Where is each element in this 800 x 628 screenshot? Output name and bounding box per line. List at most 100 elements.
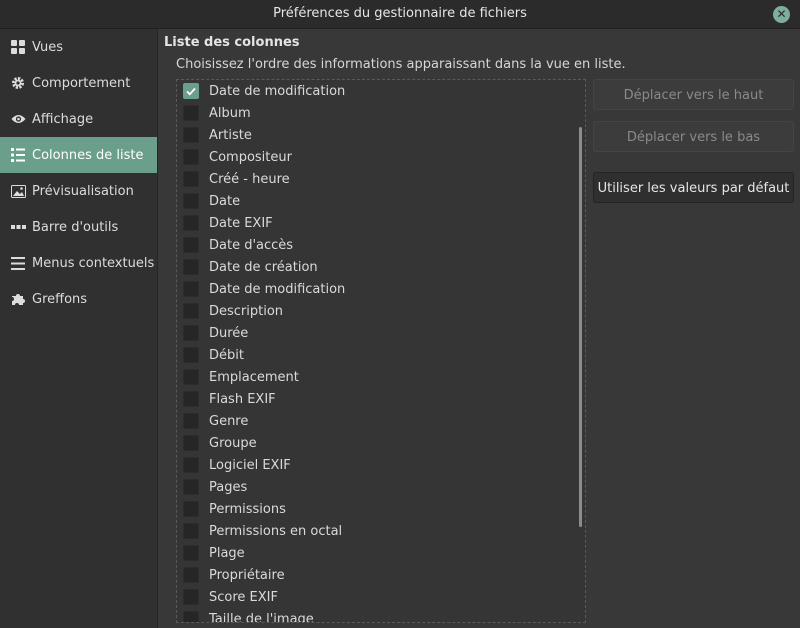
checkbox[interactable]	[183, 303, 199, 319]
list-item-label: Logiciel EXIF	[209, 457, 291, 473]
checkbox[interactable]	[183, 281, 199, 297]
list-item-label: Genre	[209, 413, 249, 429]
list-item-label: Date	[209, 193, 241, 209]
checkbox[interactable]	[183, 171, 199, 187]
move-down-button[interactable]: Déplacer vers le bas	[593, 121, 794, 152]
list-item[interactable]: Date de modification	[177, 278, 585, 300]
list-item[interactable]: Flash EXIF	[177, 388, 585, 410]
checkbox[interactable]	[183, 479, 199, 495]
checkbox[interactable]	[183, 149, 199, 165]
sidebar-item-label: Barre d'outils	[32, 219, 119, 235]
list-item-label: Description	[209, 303, 284, 319]
sidebar-item-colonnes-de-liste[interactable]: Colonnes de liste	[0, 137, 157, 173]
checkbox[interactable]	[183, 457, 199, 473]
list-item-label: Permissions en octal	[209, 523, 343, 539]
checkbox[interactable]	[183, 215, 199, 231]
sidebar-item-menus-contextuels[interactable]: Menus contextuels	[0, 245, 157, 281]
list-item-label: Date de création	[209, 259, 318, 275]
checkmark-icon	[186, 87, 196, 95]
list-item[interactable]: Description	[177, 300, 585, 322]
checkbox[interactable]	[183, 589, 199, 605]
list-item-label: Date de modification	[209, 83, 346, 99]
list-item-label: Taille de l'image	[209, 611, 314, 623]
move-up-button[interactable]: Déplacer vers le haut	[593, 79, 794, 110]
sidebar-item-comportement[interactable]: Comportement	[0, 65, 157, 101]
checkbox[interactable]	[183, 501, 199, 517]
list-scrollbar[interactable]	[579, 127, 582, 527]
checkbox[interactable]	[183, 567, 199, 583]
sidebar: Vues Comportement Affichage Colonnes de …	[0, 29, 158, 628]
list-item[interactable]: Genre	[177, 410, 585, 432]
list-item[interactable]: Durée	[177, 322, 585, 344]
close-icon[interactable]: ✕	[773, 6, 790, 23]
list-item[interactable]: Date EXIF	[177, 212, 585, 234]
sidebar-item-label: Vues	[32, 39, 64, 55]
list-item[interactable]: Date d'accès	[177, 234, 585, 256]
list-item[interactable]: Date de création	[177, 256, 585, 278]
list-item-label: Artiste	[209, 127, 252, 143]
list-item-label: Propriétaire	[209, 567, 285, 583]
list-item-label: Date d'accès	[209, 237, 294, 253]
checkbox-checked[interactable]	[183, 83, 199, 99]
list-item[interactable]: Artiste	[177, 124, 585, 146]
sidebar-item-barre-d-outils[interactable]: Barre d'outils	[0, 209, 157, 245]
checkbox[interactable]	[183, 347, 199, 363]
checkbox[interactable]	[183, 325, 199, 341]
list-item-label: Score EXIF	[209, 589, 278, 605]
list-item[interactable]: Propriétaire	[177, 564, 585, 586]
checkbox[interactable]	[183, 105, 199, 121]
section-description: Choisissez l'ordre des informations appa…	[176, 57, 626, 72]
list-item[interactable]: Taille de l'image	[177, 608, 585, 623]
columns-list[interactable]: Date de modification Album Artiste Composit…	[176, 79, 586, 623]
list-item[interactable]: Débit	[177, 344, 585, 366]
sidebar-item-label: Comportement	[32, 75, 131, 91]
checkbox[interactable]	[183, 369, 199, 385]
list-item[interactable]: Emplacement	[177, 366, 585, 388]
checkbox[interactable]	[183, 435, 199, 451]
checkbox[interactable]	[183, 611, 199, 622]
checkbox[interactable]	[183, 413, 199, 429]
list-item[interactable]: Créé - heure	[177, 168, 585, 190]
list-item[interactable]: Date	[177, 190, 585, 212]
checkbox[interactable]	[183, 391, 199, 407]
title-bar: Préférences du gestionnaire de fichiers …	[0, 0, 800, 29]
list-item-label: Album	[209, 105, 251, 121]
sidebar-item-vues[interactable]: Vues	[0, 29, 157, 65]
sidebar-item-greffons[interactable]: Greffons	[0, 281, 157, 317]
main-panel: Liste des colonnes Choisissez l'ordre de…	[158, 29, 800, 628]
list-item-label: Date de modification	[209, 281, 346, 297]
checkbox[interactable]	[183, 259, 199, 275]
list-item[interactable]: Date de modification	[177, 80, 585, 102]
list-item-label: Date EXIF	[209, 215, 273, 231]
list-item[interactable]: Pages	[177, 476, 585, 498]
sidebar-item-label: Affichage	[32, 111, 94, 127]
image-icon	[10, 183, 26, 199]
reset-defaults-button[interactable]: Utiliser les valeurs par défaut	[593, 172, 794, 203]
checkbox[interactable]	[183, 523, 199, 539]
list-item-label: Durée	[209, 325, 249, 341]
checkbox[interactable]	[183, 545, 199, 561]
list-item[interactable]: Logiciel EXIF	[177, 454, 585, 476]
list-item[interactable]: Album	[177, 102, 585, 124]
dots-icon	[10, 219, 26, 235]
eye-icon	[10, 111, 26, 127]
list-icon	[10, 147, 26, 163]
window-title: Préférences du gestionnaire de fichiers	[273, 6, 527, 21]
checkbox[interactable]	[183, 127, 199, 143]
checkbox[interactable]	[183, 237, 199, 253]
list-item[interactable]: Plage	[177, 542, 585, 564]
list-item[interactable]: Compositeur	[177, 146, 585, 168]
list-item[interactable]: Score EXIF	[177, 586, 585, 608]
sidebar-item-label: Menus contextuels	[32, 255, 155, 271]
checkbox[interactable]	[183, 193, 199, 209]
list-item-label: Flash EXIF	[209, 391, 276, 407]
list-item[interactable]: Permissions	[177, 498, 585, 520]
list-item[interactable]: Permissions en octal	[177, 520, 585, 542]
sidebar-item-label: Prévisualisation	[32, 183, 134, 199]
sidebar-item-previsualisation[interactable]: Prévisualisation	[0, 173, 157, 209]
list-item-label: Plage	[209, 545, 245, 561]
list-item[interactable]: Groupe	[177, 432, 585, 454]
list-item-label: Créé - heure	[209, 171, 290, 187]
section-title: Liste des colonnes	[164, 35, 300, 50]
sidebar-item-affichage[interactable]: Affichage	[0, 101, 157, 137]
